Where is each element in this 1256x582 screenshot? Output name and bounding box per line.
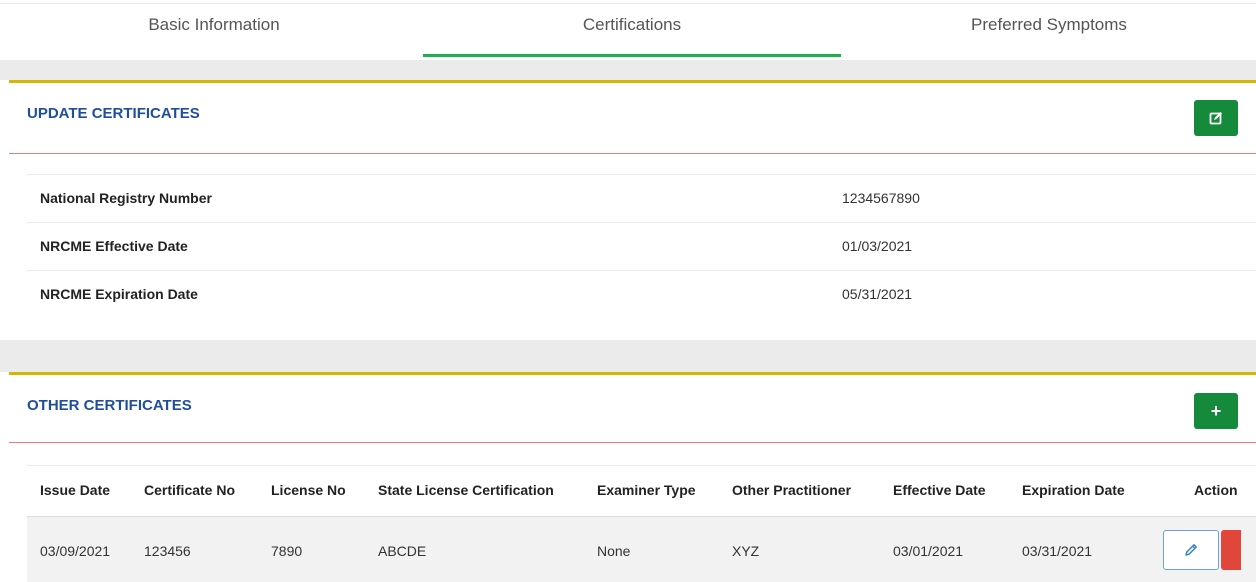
plus-icon: + xyxy=(1210,400,1222,421)
table-cell: ABCDE xyxy=(378,543,427,559)
info-row-national-registry: National Registry Number 1234567890 xyxy=(27,174,1256,222)
table-cell: 03/01/2021 xyxy=(893,543,964,559)
column-header: Certificate No xyxy=(144,482,236,498)
panel-divider xyxy=(9,153,1256,154)
panel-divider xyxy=(9,442,1256,443)
table-cell: None xyxy=(597,543,631,559)
column-header: Expiration Date xyxy=(1022,482,1125,498)
edit-square-icon xyxy=(1209,112,1222,125)
table-cell: 123456 xyxy=(144,543,191,559)
table-cell: 7890 xyxy=(271,543,303,559)
info-row-expiration-date: NRCME Expiration Date 05/31/2021 xyxy=(27,270,1256,318)
info-label: NRCME Expiration Date xyxy=(40,286,198,302)
update-certificates-title: UPDATE CERTIFICATES xyxy=(27,105,200,122)
section-gap xyxy=(0,340,1256,372)
column-header: State License Certification xyxy=(378,482,554,498)
table-cell: 03/31/2021 xyxy=(1022,543,1093,559)
info-label: NRCME Effective Date xyxy=(40,238,188,254)
column-header: Effective Date xyxy=(893,482,986,498)
column-header: Other Practitioner xyxy=(732,482,852,498)
section-gap xyxy=(0,60,1256,80)
column-header: License No xyxy=(271,482,346,498)
pencil-icon xyxy=(1185,544,1197,556)
info-value: 1234567890 xyxy=(842,190,920,206)
column-header: Issue Date xyxy=(40,482,111,498)
table-header: Issue Date Certificate No License No Sta… xyxy=(27,465,1256,518)
other-certificates-title: OTHER CERTIFICATES xyxy=(27,397,192,414)
other-certificates-panel: OTHER CERTIFICATES + Issue Date Certific… xyxy=(9,372,1256,582)
info-value: 01/03/2021 xyxy=(842,238,913,254)
column-header: Action xyxy=(1194,482,1238,498)
table-cell: XYZ xyxy=(732,543,760,559)
add-certificate-button[interactable]: + xyxy=(1194,393,1238,429)
info-value: 05/31/2021 xyxy=(842,286,913,302)
info-row-effective-date: NRCME Effective Date 01/03/2021 xyxy=(27,222,1256,270)
column-header: Examiner Type xyxy=(597,482,696,498)
table-row: 03/09/2021 123456 7890 ABCDE None XYZ 03… xyxy=(27,517,1256,582)
update-certificates-panel: UPDATE CERTIFICATES National Registry Nu… xyxy=(9,80,1256,343)
edit-row-button[interactable] xyxy=(1163,530,1219,570)
tab-certifications[interactable]: Certifications xyxy=(423,0,841,57)
tab-bar: Basic Information Certifications Preferr… xyxy=(0,0,1256,60)
tab-basic-information[interactable]: Basic Information xyxy=(5,0,423,57)
table-cell: 03/09/2021 xyxy=(40,543,111,559)
info-label: National Registry Number xyxy=(40,190,212,206)
edit-certificates-button[interactable] xyxy=(1194,100,1238,136)
tab-preferred-symptoms[interactable]: Preferred Symptoms xyxy=(840,0,1256,57)
delete-row-button[interactable] xyxy=(1221,530,1241,570)
